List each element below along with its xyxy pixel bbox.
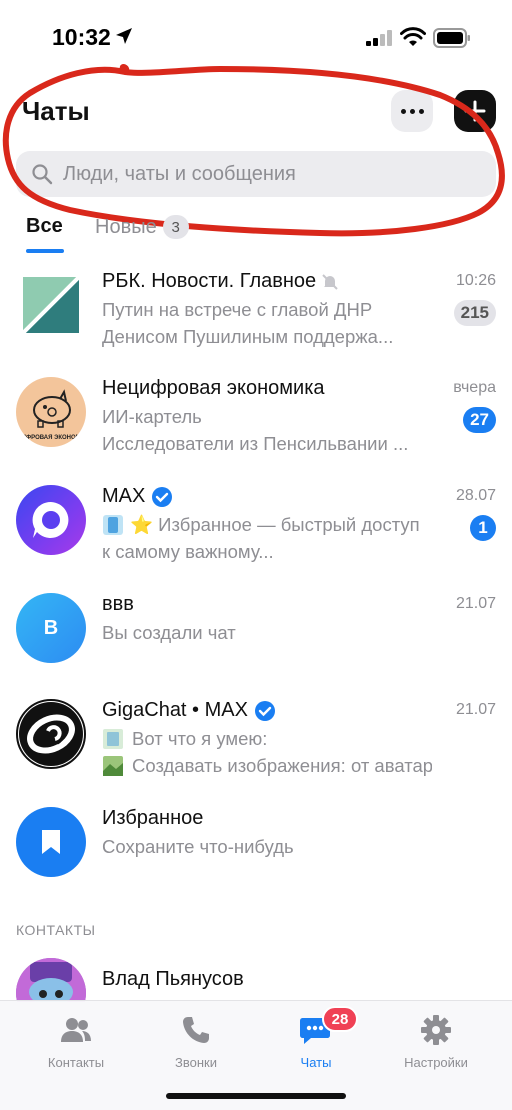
chat-preview-line1: ИИ-картель bbox=[102, 406, 202, 427]
chat-name: MAX bbox=[102, 485, 173, 508]
avatar-letter: В bbox=[43, 616, 59, 639]
contact-avatar-image bbox=[16, 958, 86, 1002]
home-indicator[interactable] bbox=[166, 1093, 346, 1099]
cellular-signal-icon bbox=[366, 30, 392, 46]
more-options-button[interactable] bbox=[391, 90, 433, 132]
tab-label: Чаты bbox=[300, 1055, 332, 1070]
tab-settings[interactable]: Настройки bbox=[376, 1013, 496, 1070]
gear-icon bbox=[421, 1015, 451, 1045]
page-title: Чаты bbox=[22, 96, 90, 126]
chat-row-favorites[interactable]: Избранное Сохраните что-нибудь bbox=[0, 807, 512, 915]
chat-preview-line1: ⭐ Избранное — быстрый доступ bbox=[102, 514, 420, 536]
filter-tab-new-label: Новые bbox=[95, 215, 157, 238]
contact-row[interactable]: Влад Пьянусов bbox=[0, 958, 512, 1002]
unread-badge: 1 bbox=[470, 515, 496, 541]
new-chat-button[interactable] bbox=[454, 90, 496, 132]
plus-icon bbox=[464, 100, 486, 122]
chats-unread-count: 28 bbox=[322, 1006, 358, 1032]
chat-time: 21.07 bbox=[455, 701, 496, 718]
unread-badge: 27 bbox=[463, 407, 496, 433]
chat-time: вчера bbox=[453, 379, 496, 396]
chat-preview-line2: Создавать изображения: от аватар... bbox=[102, 755, 432, 777]
verified-badge-icon bbox=[254, 700, 275, 721]
search-icon bbox=[32, 164, 53, 185]
location-arrow-icon bbox=[116, 28, 132, 44]
contact-name: Влад Пьянусов bbox=[102, 968, 244, 990]
filter-tab-new[interactable]: Новые 3 bbox=[95, 215, 189, 239]
avatar-rbc bbox=[16, 270, 86, 340]
filter-tab-all[interactable]: Все bbox=[26, 215, 63, 238]
chat-preview-line1: Вот что я умею: bbox=[102, 728, 267, 750]
more-dot bbox=[409, 108, 415, 114]
chat-name: GigaChat • MAX bbox=[102, 699, 276, 722]
status-bar: 10:32 bbox=[0, 0, 512, 76]
more-dot bbox=[418, 108, 424, 114]
chat-preview-line2: Денисом Пушилиным поддержа... bbox=[102, 326, 394, 347]
preview-image-icon bbox=[103, 729, 123, 749]
wifi-icon bbox=[400, 27, 426, 46]
chat-preview-line2: Исследователи из Пенсильвании ... bbox=[102, 433, 409, 454]
chat-name: Нецифровая экономика bbox=[102, 377, 325, 399]
chat-preview-line2-text: Создавать изображения: от аватар... bbox=[132, 755, 432, 776]
avatar-necifrovaya: НЕЦИФРОВАЯ ЭКОНОМИКА bbox=[16, 377, 86, 447]
chat-name-text: GigaChat • MAX bbox=[102, 699, 248, 721]
active-tab-indicator bbox=[26, 249, 64, 253]
battery-icon bbox=[433, 28, 470, 48]
chat-row-rbc[interactable]: РБК. Новости. Главное 10:26 Путин на вст… bbox=[0, 270, 512, 378]
chat-preview-line1: Путин на встрече с главой ДНР bbox=[102, 299, 373, 320]
chat-preview-line1: Сохраните что-нибудь bbox=[102, 836, 294, 857]
avatar-contact bbox=[16, 958, 86, 1002]
chat-preview-line1-text: ⭐ Избранное — быстрый доступ bbox=[130, 514, 420, 535]
phone-icon bbox=[183, 1017, 209, 1043]
chat-name-text: РБК. Новости. Главное bbox=[102, 270, 317, 292]
chat-preview-line2: к самому важному... bbox=[102, 541, 274, 562]
tab-icon-wrap bbox=[16, 1013, 136, 1047]
status-time: 10:32 bbox=[52, 24, 111, 50]
chat-name: РБК. Новости. Главное bbox=[102, 270, 339, 293]
tab-icon-wrap bbox=[136, 1013, 256, 1047]
tab-contacts[interactable]: Контакты bbox=[16, 1013, 136, 1070]
max-logo-icon bbox=[32, 501, 69, 538]
more-dots-icon bbox=[400, 108, 406, 114]
chat-name-text: MAX bbox=[102, 485, 146, 507]
tab-calls[interactable]: Звонки bbox=[136, 1013, 256, 1070]
gigachat-logo-icon bbox=[19, 702, 83, 766]
chat-time: 28.07 bbox=[455, 487, 496, 504]
tab-chats[interactable]: 28 Чаты bbox=[256, 1006, 376, 1070]
chat-row-vvv[interactable]: В ввв 21.07 Вы создали чат bbox=[0, 593, 512, 701]
contacts-section-title: КОНТАКТЫ bbox=[16, 922, 96, 938]
verified-badge-icon bbox=[152, 486, 173, 507]
chat-name: ввв bbox=[102, 593, 134, 615]
preview-image-icon bbox=[103, 515, 123, 535]
tab-icon-wrap: 28 bbox=[256, 1006, 376, 1047]
tab-label: Контакты bbox=[47, 1055, 105, 1070]
chat-time: 10:26 bbox=[455, 272, 496, 289]
avatar-vvv: В bbox=[16, 593, 86, 663]
unread-badge: 215 bbox=[453, 300, 496, 326]
rbc-logo-icon bbox=[23, 277, 79, 333]
muted-bell-icon bbox=[322, 273, 338, 290]
chat-row-gigachat[interactable]: GigaChat • MAX 21.07 Вот что я умею: Соз… bbox=[0, 699, 512, 807]
new-count-badge: 3 bbox=[162, 215, 189, 239]
chat-time: 21.07 bbox=[455, 595, 496, 612]
avatar-max bbox=[16, 485, 86, 555]
tab-label: Звонки bbox=[175, 1055, 217, 1070]
bookmark-icon bbox=[42, 830, 60, 854]
tab-icon-wrap bbox=[376, 1013, 496, 1047]
preview-image-icon bbox=[103, 756, 123, 776]
avatar-favorites bbox=[16, 807, 86, 877]
piggy-bank-icon: НЕЦИФРОВАЯ ЭКОНОМИКА bbox=[16, 389, 86, 441]
chat-preview-line1-text: Вот что я умею: bbox=[132, 728, 268, 749]
chat-row-max[interactable]: MAX 28.07 ⭐ Избранное — быстрый доступ к… bbox=[0, 485, 512, 593]
contacts-icon bbox=[61, 1018, 91, 1042]
chat-name: Избранное bbox=[102, 807, 204, 829]
chat-row-necifrovaya[interactable]: НЕЦИФРОВАЯ ЭКОНОМИКА Нецифровая экономик… bbox=[0, 377, 512, 485]
search-input[interactable] bbox=[63, 162, 463, 186]
search-bar[interactable] bbox=[16, 151, 496, 197]
avatar-gigachat bbox=[16, 699, 86, 769]
tab-label: Настройки bbox=[404, 1055, 468, 1070]
chat-preview-line1: Вы создали чат bbox=[102, 622, 236, 643]
svg-text:НЕЦИФРОВАЯ ЭКОНОМИКА: НЕЦИФРОВАЯ ЭКОНОМИКА bbox=[16, 435, 86, 441]
